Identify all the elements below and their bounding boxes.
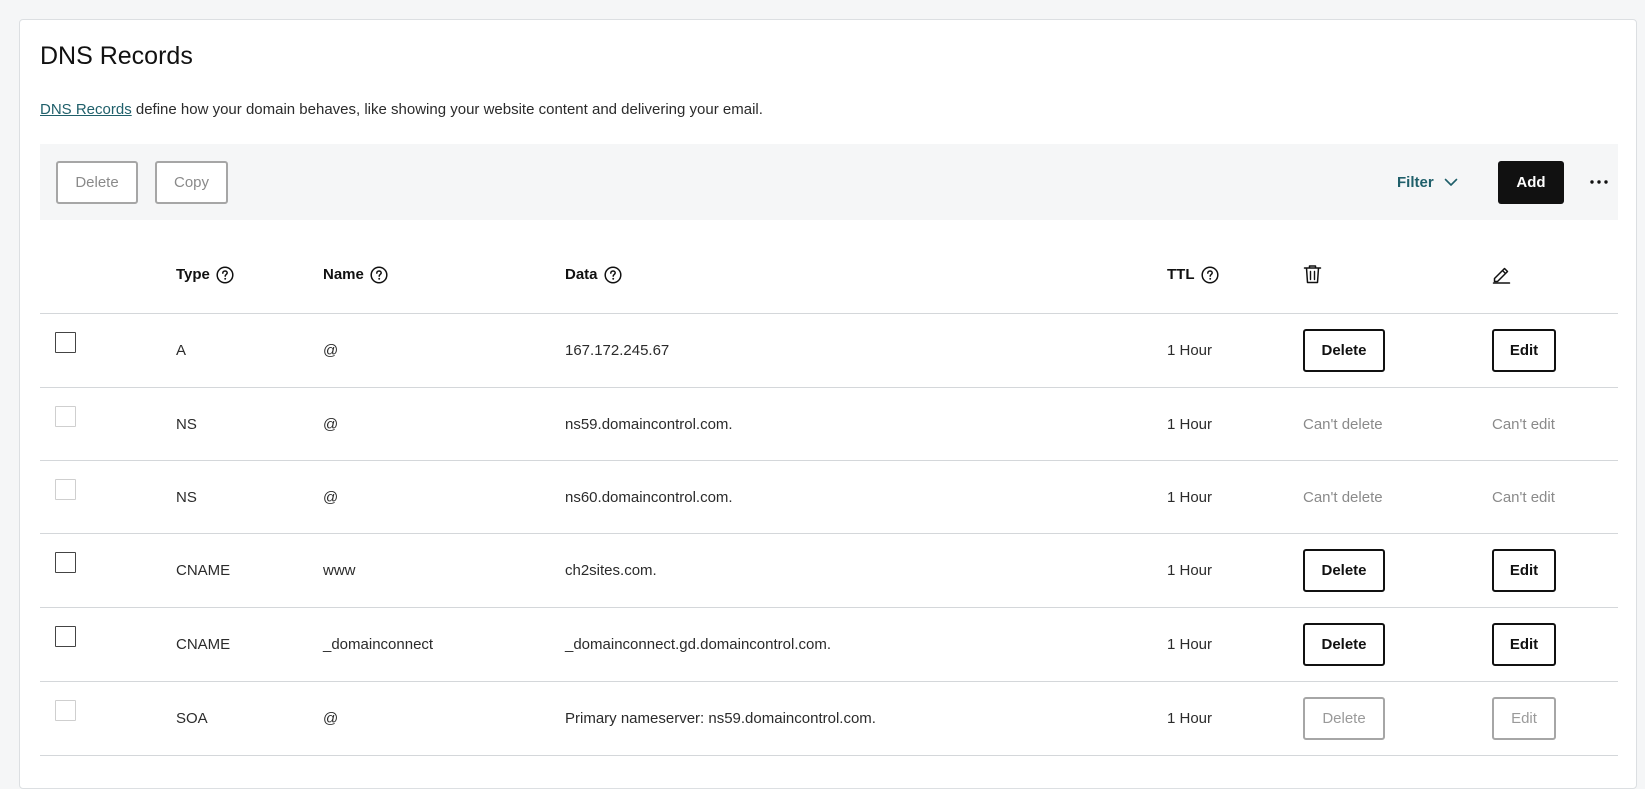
record-data: _domainconnect.gd.domaincontrol.com.: [565, 636, 831, 653]
delete-record-button[interactable]: Delete: [1303, 549, 1385, 592]
record-data: 167.172.245.67: [565, 342, 670, 359]
record-type: SOA: [176, 710, 208, 727]
page-title: DNS Records: [40, 42, 193, 70]
record-type: CNAME: [176, 562, 231, 579]
header-type: Type: [176, 238, 234, 311]
table-row: NS @ ns60.domaincontrol.com. 1 Hour Can'…: [40, 461, 1618, 534]
header-delete: [1303, 237, 1322, 310]
add-record-button[interactable]: Add: [1498, 161, 1564, 204]
delete-record-button[interactable]: Delete: [1303, 329, 1385, 372]
record-type: A: [176, 342, 187, 359]
edit-record-button[interactable]: Edit: [1492, 623, 1556, 666]
row-checkbox: [55, 478, 76, 500]
description-text: define how your domain behaves, like sho…: [131, 101, 763, 118]
filter-dropdown[interactable]: Filter: [1397, 161, 1458, 204]
cant-edit-text: Can't edit: [1492, 415, 1555, 433]
filter-label: Filter: [1397, 174, 1434, 191]
page-description: DNS Records define how your domain behav…: [40, 101, 763, 118]
cant-delete-text: Can't delete: [1303, 488, 1383, 506]
record-data: ns60.domaincontrol.com.: [565, 488, 733, 506]
record-ttl: 1 Hour: [1167, 636, 1213, 653]
question-circle-icon[interactable]: [603, 265, 622, 284]
question-circle-icon[interactable]: [1200, 265, 1219, 284]
delete-record-button[interactable]: Delete: [1303, 697, 1385, 740]
table-row: SOA @ Primary nameserver: ns59.domaincon…: [40, 682, 1618, 756]
record-name: @: [323, 415, 339, 433]
record-name: www: [323, 562, 356, 579]
table-header: Type Name Data TTL: [40, 240, 1618, 314]
row-checkbox[interactable]: [55, 626, 76, 647]
record-data: ns59.domaincontrol.com.: [565, 415, 733, 433]
record-ttl: 1 Hour: [1167, 415, 1213, 433]
bulk-copy-button[interactable]: Copy: [155, 161, 228, 204]
table-row: CNAME www ch2sites.com. 1 Hour Delete Ed…: [40, 534, 1618, 608]
chevron-down-icon: [1444, 178, 1457, 186]
more-horizontal-icon: [1590, 180, 1608, 184]
record-ttl: 1 Hour: [1167, 342, 1213, 359]
header-type-label: Type: [176, 266, 210, 283]
cant-edit-text: Can't edit: [1492, 488, 1555, 506]
header-name: Name: [323, 238, 388, 311]
row-checkbox[interactable]: [55, 332, 76, 353]
record-data: ch2sites.com.: [565, 562, 657, 579]
record-type: NS: [176, 488, 197, 506]
edit-record-button[interactable]: Edit: [1492, 329, 1556, 372]
row-checkbox: [55, 700, 76, 721]
record-name: @: [323, 488, 339, 506]
table-row: NS @ ns59.domaincontrol.com. 1 Hour Can'…: [40, 388, 1618, 461]
dns-records-card: DNS Records DNS Records define how your …: [19, 19, 1637, 789]
question-circle-icon[interactable]: [370, 265, 388, 284]
record-ttl: 1 Hour: [1167, 562, 1213, 579]
records-toolbar: Delete Copy Filter Add: [40, 144, 1618, 220]
more-options-button[interactable]: [1585, 170, 1613, 194]
cant-delete-text: Can't delete: [1303, 415, 1383, 433]
header-edit: [1492, 237, 1511, 310]
record-name: @: [323, 710, 339, 727]
question-circle-icon[interactable]: [216, 265, 234, 284]
record-type: CNAME: [176, 636, 231, 653]
header-data-label: Data: [565, 266, 598, 283]
trash-icon: [1303, 264, 1322, 283]
record-ttl: 1 Hour: [1167, 710, 1213, 727]
header-data: Data: [565, 238, 622, 311]
table-row: CNAME _domainconnect _domainconnect.gd.d…: [40, 608, 1618, 682]
record-type: NS: [176, 415, 197, 433]
dns-records-table: Type Name Data TTL A @ 167.172.245.67 1 …: [40, 240, 1618, 756]
dns-records-link[interactable]: DNS Records: [40, 101, 132, 118]
edit-record-button[interactable]: Edit: [1492, 697, 1556, 740]
record-name: @: [323, 342, 339, 359]
record-name: _domainconnect: [323, 636, 434, 653]
edit-record-button[interactable]: Edit: [1492, 549, 1556, 592]
bulk-delete-button[interactable]: Delete: [56, 161, 138, 204]
header-name-label: Name: [323, 266, 364, 283]
record-data: Primary nameserver: ns59.domaincontrol.c…: [565, 710, 876, 727]
header-ttl-label: TTL: [1167, 266, 1195, 283]
pencil-icon: [1492, 267, 1511, 284]
row-checkbox: [55, 405, 76, 427]
table-row: A @ 167.172.245.67 1 Hour Delete Edit: [40, 314, 1618, 388]
row-checkbox[interactable]: [55, 552, 76, 573]
header-ttl: TTL: [1167, 238, 1219, 311]
delete-record-button[interactable]: Delete: [1303, 623, 1385, 666]
record-ttl: 1 Hour: [1167, 488, 1213, 506]
